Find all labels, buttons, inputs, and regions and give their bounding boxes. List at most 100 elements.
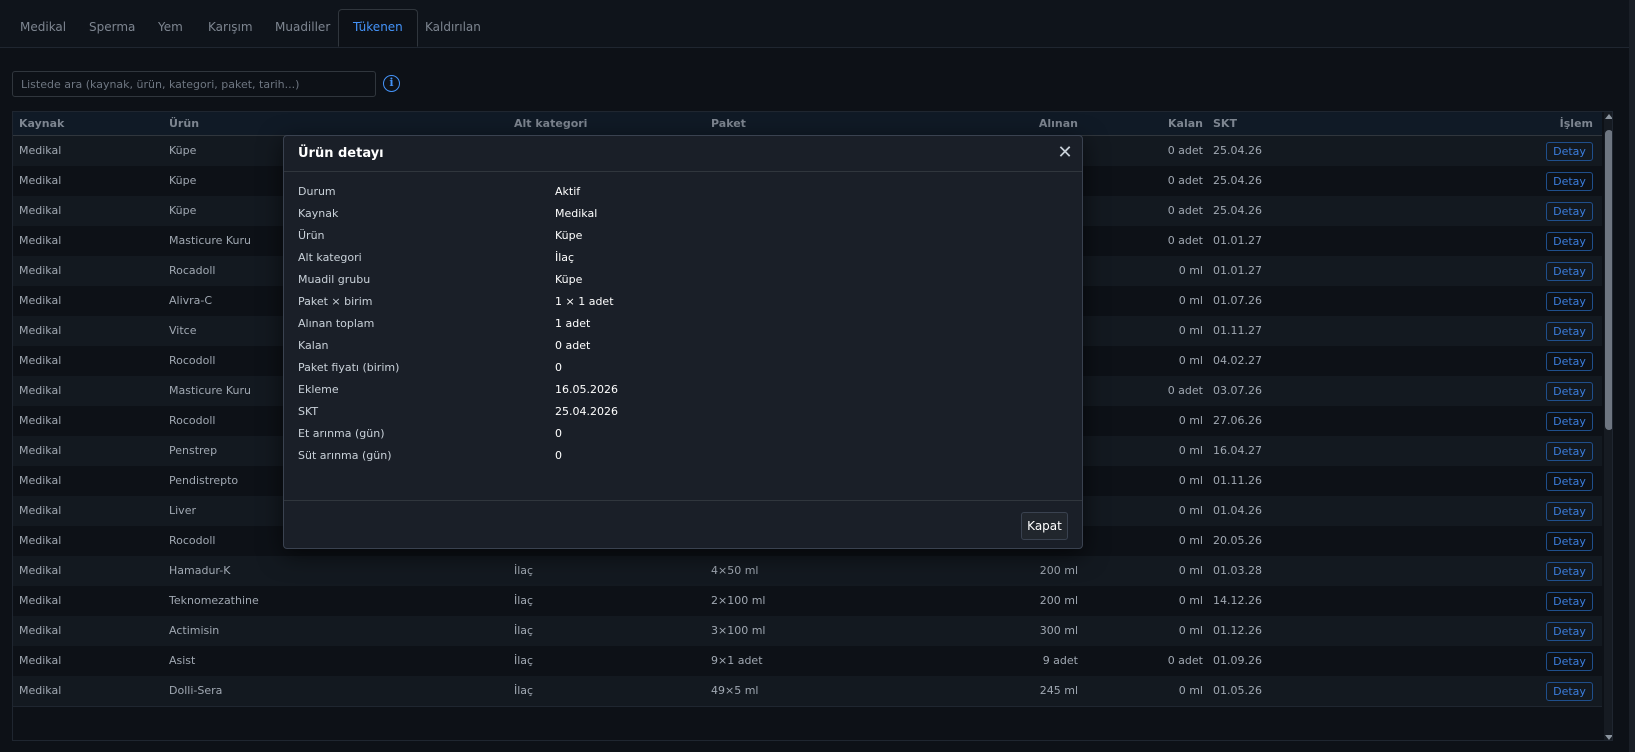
table-cell: Medikal [19,474,62,487]
detail-label: Paket × birim [298,295,373,308]
detail-row: Alt kategori İlaç [298,248,1058,268]
detay-button[interactable]: Detay [1546,622,1593,641]
table-cell: Medikal [19,174,62,187]
detail-value: 25.04.2026 [555,405,618,418]
tab-1[interactable]: Sperma [74,9,150,47]
table-cell: İlaç [514,624,534,637]
table-cell: 0 ml [1178,474,1203,487]
table-cell: 25.04.26 [1213,204,1262,217]
detay-button[interactable]: Detay [1546,292,1593,311]
detail-label: Paket fiyatı (birim) [298,361,400,374]
table-cell: İlaç [514,594,534,607]
table-scrollbar[interactable] [1604,112,1612,740]
table-cell: Medikal [19,324,62,337]
detail-label: Ürün [298,229,325,242]
table-cell: Actimisin [169,624,220,637]
table-cell: 01.12.26 [1213,624,1262,637]
detail-value: İlaç [555,251,575,264]
tab-bar: Medikal Sperma Yem Karışım Muadiller Tükenen K… [0,0,1630,48]
detay-button[interactable]: Detay [1546,592,1593,611]
table-cell: 16.04.27 [1213,444,1262,457]
table-cell: 0 ml [1178,684,1203,697]
detail-label: Alınan toplam [298,317,375,330]
modal-header: Ürün detayı ✕ [284,136,1082,172]
column-header-5[interactable]: Kalan [1079,112,1203,136]
scroll-thumb[interactable] [1605,130,1612,430]
close-icon[interactable]: ✕ [1056,144,1074,162]
detail-label: Kalan [298,339,329,352]
table-cell: 20.05.26 [1213,534,1262,547]
table-cell: Medikal [19,654,62,667]
detay-button[interactable]: Detay [1546,232,1593,251]
table-cell: Medikal [19,594,62,607]
table-cell: Medikal [19,384,62,397]
detail-row: Paket fiyatı (birim) 0 [298,358,1058,378]
detay-button[interactable]: Detay [1546,322,1593,341]
detay-button[interactable]: Detay [1546,352,1593,371]
detail-value: 1 × 1 adet [555,295,614,308]
detail-row: Kalan 0 adet [298,336,1058,356]
detail-value: Küpe [555,273,583,286]
detail-label: Alt kategori [298,251,362,264]
table-cell: Medikal [19,264,62,277]
table-cell: 0 adet [1167,384,1203,397]
tab-0[interactable]: Medikal [5,9,81,47]
table-cell: Medikal [19,414,62,427]
table-header: Kaynak Ürün Alt kategori Paket Alınan Kalan SK… [13,112,1602,136]
detail-label: SKT [298,405,319,418]
table-cell: 01.04.26 [1213,504,1262,517]
column-header-0[interactable]: Kaynak [19,112,169,136]
table-cell: 0 ml [1178,354,1203,367]
detay-button[interactable]: Detay [1546,172,1593,191]
detay-button[interactable]: Detay [1546,502,1593,521]
detail-label: Kaynak [298,207,339,220]
detail-row: Paket × birim 1 × 1 adet [298,292,1058,312]
column-header-1[interactable]: Ürün [169,112,509,136]
detay-button[interactable]: Detay [1546,562,1593,581]
table-row[interactable]: Medikal Dolli-Sera İlaç 49×5 ml 245 ml 0 ml 01… [13,676,1602,707]
table-cell: 25.04.26 [1213,174,1262,187]
tab-6[interactable]: Kaldırılan [410,9,496,47]
detay-button[interactable]: Detay [1546,142,1593,161]
table-row[interactable]: Medikal Actimisin İlaç 3×100 ml 300 ml 0 ml 01… [13,616,1602,647]
column-header-2[interactable]: Alt kategori [514,112,704,136]
table-cell: Asist [169,654,196,667]
page-scrollbar[interactable] [1629,0,1635,752]
tab-4[interactable]: Muadiller [260,9,345,47]
column-header-6[interactable]: SKT [1213,112,1333,136]
table-row[interactable]: Medikal Hamadur-K İlaç 4×50 ml 200 ml 0 ml 01.… [13,556,1602,587]
scroll-up-icon[interactable] [1605,114,1612,119]
detay-button[interactable]: Detay [1546,682,1593,701]
table-cell: 0 ml [1178,534,1203,547]
detay-button[interactable]: Detay [1546,262,1593,281]
detail-value: 0 [555,427,562,440]
detay-button[interactable]: Detay [1546,652,1593,671]
table-cell: 01.07.26 [1213,294,1262,307]
table-row[interactable]: Medikal Asist İlaç 9×1 adet 9 adet 0 adet 01.0… [13,646,1602,677]
detay-button[interactable]: Detay [1546,382,1593,401]
column-header-7[interactable]: İşlem [1493,112,1593,136]
column-header-4[interactable]: Alınan [953,112,1078,136]
detay-button[interactable]: Detay [1546,202,1593,221]
search-input[interactable] [12,71,376,97]
table-cell: 01.09.26 [1213,654,1262,667]
close-button[interactable]: Kapat [1021,512,1068,540]
table-cell: 0 ml [1178,324,1203,337]
table-cell: 01.05.26 [1213,684,1262,697]
info-icon[interactable]: i [383,75,400,92]
tab-3[interactable]: Karışım [193,9,268,47]
detail-row: SKT 25.04.2026 [298,402,1058,422]
detay-button[interactable]: Detay [1546,412,1593,431]
scroll-down-icon[interactable] [1605,735,1612,740]
detay-button[interactable]: Detay [1546,442,1593,461]
detay-button[interactable]: Detay [1546,472,1593,491]
detay-button[interactable]: Detay [1546,532,1593,551]
table-cell: İlaç [514,684,534,697]
table-cell: 0 ml [1178,564,1203,577]
table-cell: Medikal [19,504,62,517]
tab-5[interactable]: Tükenen [338,9,418,47]
table-row[interactable]: Medikal Teknomezathine İlaç 2×100 ml 200 ml 0… [13,586,1602,617]
table-cell: Medikal [19,294,62,307]
table-cell: İlaç [514,654,534,667]
tab-2[interactable]: Yem [143,9,198,47]
